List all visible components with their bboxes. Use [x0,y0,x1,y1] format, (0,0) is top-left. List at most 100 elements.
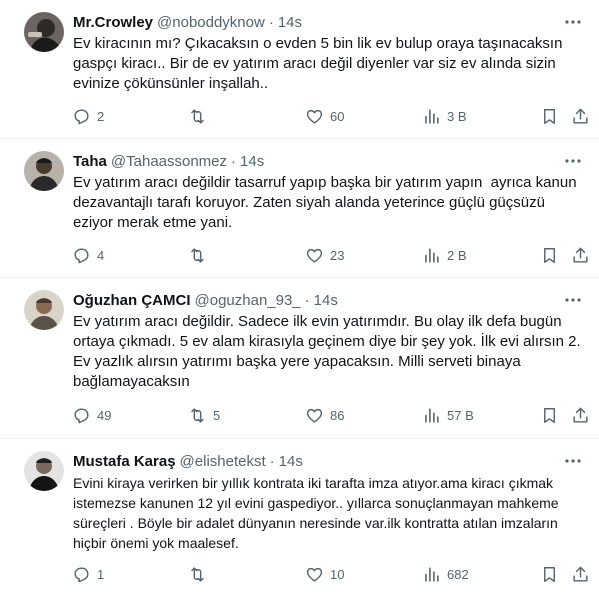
reply-icon [74,566,89,582]
more-icon[interactable] [563,151,583,171]
timestamp[interactable]: 14s [314,292,338,309]
more-icon[interactable] [563,12,583,32]
bookmark-icon [544,108,555,124]
like-count: 60 [330,108,345,124]
retweet-icon [191,108,204,124]
user-handle[interactable]: @Tahaassonmez [111,153,227,170]
views-icon [425,108,439,124]
bookmark-icon [544,407,555,423]
avatar[interactable] [24,12,64,52]
like-button[interactable]: 60 [305,106,344,126]
more-icon[interactable] [563,451,583,471]
views-icon [425,407,439,423]
display-name[interactable]: Mr.Crowley [73,14,153,31]
display-name[interactable]: Oğuzhan ÇAMCI [73,292,191,309]
more-icon[interactable] [563,290,583,310]
bookmark-button[interactable] [540,106,559,126]
reply-button[interactable]: 49 [72,405,111,425]
bookmark-icon [544,247,555,263]
tweet-header: Oğuzhan ÇAMCI @oguzhan_93_ · 14s [73,290,338,310]
reply-count: 4 [97,247,105,263]
tweet-text: Ev yatırım aracı değildir. Sadece ilk ev… [73,313,585,390]
views-icon [425,566,439,582]
timestamp[interactable]: 14s [240,153,264,170]
display-name[interactable]: Taha [73,153,107,170]
avatar-image [24,151,64,191]
tweet-3[interactable]: Oğuzhan ÇAMCI @oguzhan_93_ · 14s Ev yatı… [0,278,599,439]
view-count: 57 B [447,407,474,423]
like-icon [306,567,323,582]
tweet-text: Evini kiraya verirken bir yıllık kontrat… [73,475,563,551]
retweet-button[interactable]: 5 [188,405,220,425]
reply-button[interactable]: 2 [72,106,104,126]
tweet-1[interactable]: Mr.Crowley @noboddyknow · 14s Ev kiracın… [0,0,599,139]
retweet-button[interactable] [188,564,213,584]
tweet-2[interactable]: Taha @Tahaassonmez · 14s Ev yatırım arac… [0,139,599,278]
timestamp[interactable]: 14s [279,453,303,470]
separator: · [231,152,237,170]
retweet-count: 5 [213,407,221,423]
timestamp[interactable]: 14s [278,14,302,31]
views-button[interactable]: 3 B [422,106,467,126]
separator: · [268,13,274,31]
share-icon [573,247,588,263]
share-icon [573,566,588,582]
views-button[interactable]: 2 B [422,245,467,265]
display-name[interactable]: Mustafa Karaş [73,453,176,470]
view-count: 682 [447,566,469,582]
like-count: 10 [330,566,345,582]
user-handle[interactable]: @oguzhan_93_ [195,292,301,309]
user-handle[interactable]: @elishetekst [180,453,266,470]
bookmark-button[interactable] [540,405,559,425]
view-count: 2 B [447,247,467,263]
like-count: 86 [330,407,345,423]
views-icon [425,247,439,263]
reply-icon [74,247,89,263]
share-icon [573,407,588,423]
reply-count: 1 [97,566,105,582]
retweet-button[interactable] [188,245,213,265]
retweet-icon [191,407,204,423]
share-button[interactable] [571,405,590,425]
avatar-image [24,451,64,491]
reply-button[interactable]: 4 [72,245,104,265]
avatar-image [24,12,64,52]
retweet-button[interactable] [188,106,213,126]
tweet-text: Ev kiracının mı? Çıkacaksın o evden 5 bi… [73,35,567,92]
avatar[interactable] [24,451,64,491]
share-button[interactable] [571,106,590,126]
like-count: 23 [330,247,345,263]
action-bar: 4 23 2 B [64,245,594,265]
avatar[interactable] [24,290,64,330]
tweet-text: Ev yatırım aracı değildir tasarruf yapıp… [73,174,581,231]
like-button[interactable]: 10 [305,564,344,584]
separator: · [304,291,310,309]
user-handle[interactable]: @noboddyknow [157,14,265,31]
share-button[interactable] [571,245,590,265]
avatar-image [24,290,64,330]
action-bar: 2 60 3 B [64,106,594,126]
avatar[interactable] [24,151,64,191]
view-count: 3 B [447,108,467,124]
bookmark-button[interactable] [540,564,559,584]
tweet-header: Mustafa Karaş @elishetekst · 14s [73,451,303,471]
share-icon [573,108,588,124]
tweet-4[interactable]: Mustafa Karaş @elishetekst · 14s Evini k… [0,439,599,605]
bookmark-icon [544,566,555,582]
bookmark-button[interactable] [540,245,559,265]
like-button[interactable]: 86 [305,405,344,425]
reply-button[interactable]: 1 [72,564,104,584]
views-button[interactable]: 57 B [422,405,474,425]
tweet-header: Mr.Crowley @noboddyknow · 14s [73,12,302,32]
share-button[interactable] [571,564,590,584]
reply-feed: Mr.Crowley @noboddyknow · 14s Ev kiracın… [0,0,599,605]
reply-count: 2 [97,108,105,124]
like-icon [306,248,323,263]
views-button[interactable]: 682 [422,564,469,584]
retweet-icon [191,247,204,263]
reply-icon [74,108,89,124]
like-button[interactable]: 23 [305,245,344,265]
action-bar: 49 5 86 57 B [64,405,594,425]
separator: · [269,452,275,470]
action-bar: 1 10 682 [64,564,594,584]
